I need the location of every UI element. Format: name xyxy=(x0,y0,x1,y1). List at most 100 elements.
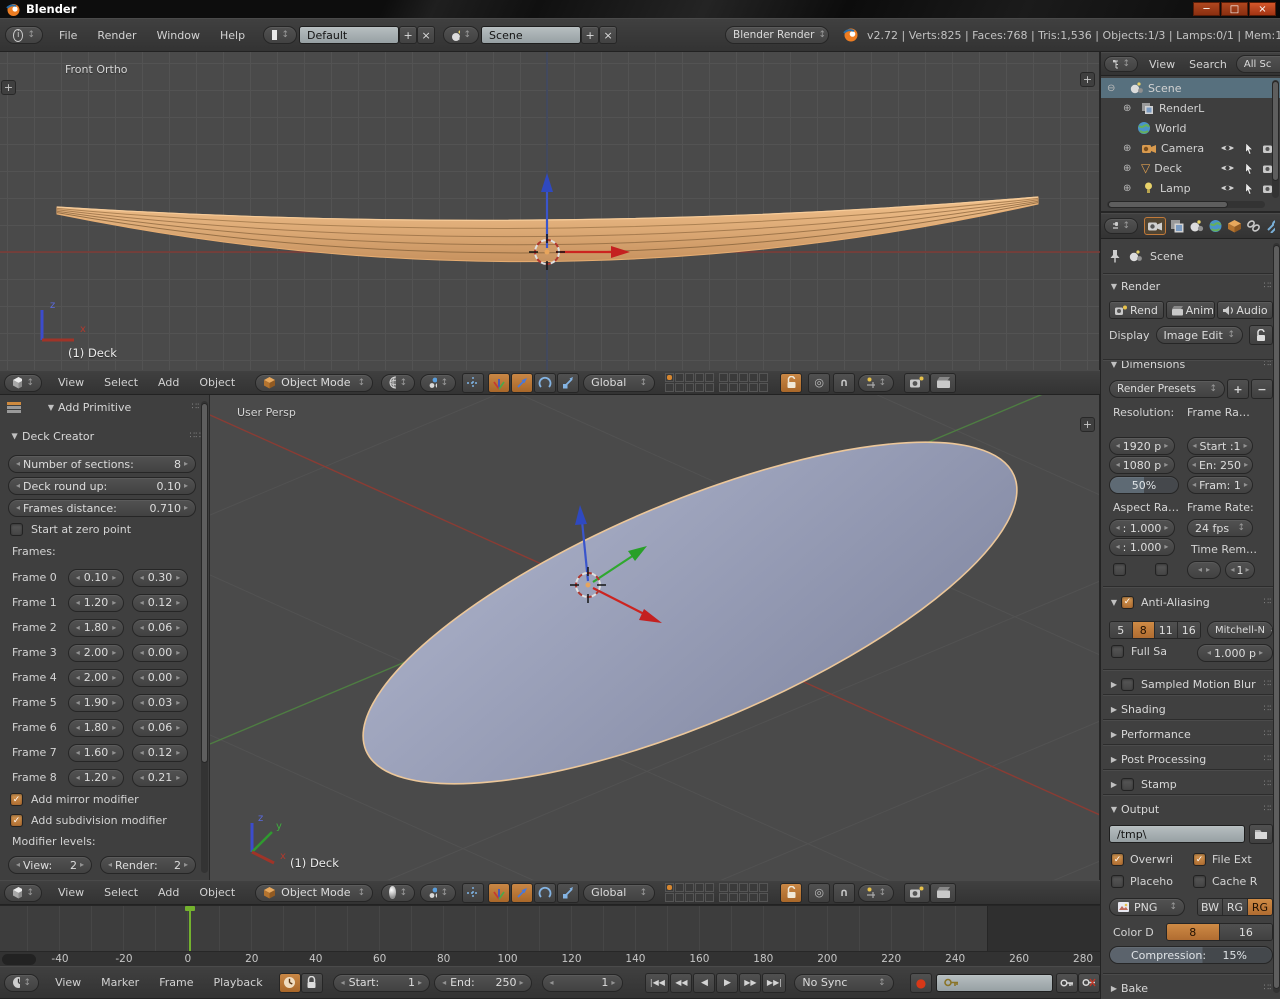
resolution-y-field[interactable]: ◂1080 p▸ xyxy=(1109,456,1175,474)
visibility-eye-icon[interactable] xyxy=(1220,143,1235,153)
deck-creator-title[interactable]: Deck Creator xyxy=(22,430,94,443)
playhead[interactable] xyxy=(189,906,191,952)
select-menu[interactable]: Select xyxy=(94,886,148,899)
editor-type-button[interactable]: ↕ xyxy=(1104,218,1138,234)
scale-button[interactable] xyxy=(557,883,579,903)
object-menu[interactable]: Object xyxy=(189,376,245,389)
outliner-item-camera[interactable]: ⊕ Camera xyxy=(1101,138,1280,158)
panel-title[interactable]: Add Primitive xyxy=(58,401,131,414)
prev-keyframe-button[interactable]: ◀◀ xyxy=(670,973,692,993)
frame-height-field[interactable]: ◂0.21▸ xyxy=(132,769,188,787)
timeline-view-menu[interactable]: View xyxy=(45,976,91,989)
keying-set-field[interactable] xyxy=(936,974,1053,992)
selectability-cursor-icon[interactable] xyxy=(1243,162,1254,175)
motion-blur-checkbox[interactable] xyxy=(1121,678,1134,691)
tab-constraints[interactable] xyxy=(1246,219,1261,233)
current-frame-field[interactable]: ◂ 1▸ xyxy=(542,974,624,992)
layer-group-2[interactable] xyxy=(719,883,768,902)
manipulator-axis-button[interactable] xyxy=(488,373,510,393)
stamp-section-header[interactable]: ▶ Stamp ∷∷ xyxy=(1101,774,1280,794)
mode-dropdown[interactable]: Object Mode↕ xyxy=(255,374,373,392)
collapse-toggle-icon[interactable]: ⊖ xyxy=(1107,83,1121,94)
playhead-marker[interactable] xyxy=(185,906,195,911)
aa-samples-5[interactable]: 5 xyxy=(1110,622,1133,638)
transform-orientation-dropdown[interactable]: Global↕ xyxy=(583,374,655,392)
collapse-icon[interactable]: ▶ xyxy=(11,429,20,443)
panel-menu-icon[interactable] xyxy=(6,401,22,413)
frame-step-field[interactable]: ◂Fram: 1▸ xyxy=(1187,476,1253,494)
file-browse-button[interactable] xyxy=(1249,824,1273,844)
tab-object[interactable] xyxy=(1227,219,1242,233)
properties-expand-tab[interactable]: + xyxy=(1080,417,1095,432)
frame-width-field[interactable]: ◂1.20▸ xyxy=(68,594,124,612)
render-menu[interactable]: Render xyxy=(87,29,146,42)
delete-keyframe-button[interactable] xyxy=(1078,973,1100,993)
outliner-item-renderlayer[interactable]: ⊕ RenderL xyxy=(1101,98,1280,118)
play-button[interactable]: ▶ xyxy=(716,973,738,993)
add-subdivision-checkbox[interactable]: ✓ xyxy=(10,814,23,827)
fps-dropdown[interactable]: 24 fps↕ xyxy=(1187,519,1253,537)
render-opengl-anim-button[interactable] xyxy=(930,373,956,393)
output-section-header[interactable]: ▼ Output ∷∷ xyxy=(1101,799,1280,819)
snap-element-dropdown[interactable]: ↕ xyxy=(858,884,894,902)
add-preset-button[interactable]: + xyxy=(1227,379,1249,399)
frame-height-field[interactable]: ◂0.03▸ xyxy=(132,694,188,712)
shading-section-header[interactable]: ▶ Shading ∷∷ xyxy=(1101,699,1280,719)
render-audio-button[interactable]: Audio xyxy=(1217,301,1273,319)
toolshelf-scrollbar[interactable] xyxy=(201,401,208,873)
expand-toggle-icon[interactable]: ⊕ xyxy=(1123,143,1137,154)
editor-type-button[interactable]: ↕ xyxy=(1104,56,1138,72)
lock-to-scene-button[interactable] xyxy=(780,373,802,393)
placeholders-checkbox[interactable] xyxy=(1111,875,1124,888)
aa-filter-dropdown[interactable]: Mitchell-N↕ xyxy=(1207,621,1273,639)
expand-toggle-icon[interactable]: ⊕ xyxy=(1123,183,1137,194)
scale-button[interactable] xyxy=(557,373,579,393)
snap-magnet-button[interactable]: ∩ xyxy=(833,373,855,393)
sync-mode-dropdown[interactable]: No Sync↕ xyxy=(794,974,893,992)
frame-width-field[interactable]: ◂1.80▸ xyxy=(68,619,124,637)
manipulator-toggle-button[interactable] xyxy=(462,373,484,393)
channel-rgb[interactable]: RG xyxy=(1223,899,1248,915)
insert-keyframe-button[interactable] xyxy=(1056,973,1078,993)
layer-group-2[interactable] xyxy=(719,373,768,392)
timeline-keyframe-area[interactable] xyxy=(0,905,1100,951)
frame-height-field[interactable]: ◂0.06▸ xyxy=(132,619,188,637)
editor-type-button[interactable]: i ↕ xyxy=(5,26,43,44)
rotate-button[interactable] xyxy=(534,883,556,903)
frame-width-field[interactable]: ◂1.60▸ xyxy=(68,744,124,762)
object-menu[interactable]: Object xyxy=(189,886,245,899)
minimize-button[interactable]: ─ xyxy=(1193,2,1220,16)
timeline-frame-menu[interactable]: Frame xyxy=(149,976,203,989)
overwrite-checkbox[interactable]: ✓ xyxy=(1111,853,1124,866)
crop-checkbox[interactable] xyxy=(1155,563,1168,576)
tab-render-layers[interactable] xyxy=(1170,219,1185,233)
frame-width-field[interactable]: ◂2.00▸ xyxy=(68,644,124,662)
toolshelf-expand-tab[interactable]: + xyxy=(1,80,16,95)
stamp-checkbox[interactable] xyxy=(1121,778,1134,791)
proportional-edit-button[interactable]: ◎ xyxy=(808,373,830,393)
depth-8[interactable]: 8 xyxy=(1167,924,1220,940)
translate-button[interactable] xyxy=(511,373,533,393)
add-mirror-checkbox[interactable]: ✓ xyxy=(10,793,23,806)
editor-type-button[interactable]: ↕ xyxy=(4,884,42,902)
viewport-user-persp[interactable]: z y x User Persp (1) Deck + xyxy=(210,395,1100,880)
outliner-item-deck[interactable]: ⊕ ▽ Deck xyxy=(1101,158,1280,178)
proportional-edit-button[interactable]: ◎ xyxy=(808,883,830,903)
snap-magnet-button[interactable]: ∩ xyxy=(833,883,855,903)
viewport-shading-dropdown[interactable]: ↕ xyxy=(381,884,415,902)
view-level-field[interactable]: ◂View: 2▸ xyxy=(8,856,92,874)
aa-samples-16[interactable]: 16 xyxy=(1178,622,1200,638)
preview-range-clock-button[interactable] xyxy=(279,973,301,993)
screen-layout-button[interactable]: ↕ xyxy=(263,26,297,44)
jump-to-start-button[interactable]: |◀◀ xyxy=(645,973,669,993)
aa-samples-8[interactable]: 8 xyxy=(1133,622,1156,638)
antialiasing-section-header[interactable]: ▼ ✓ Anti-Aliasing ∷∷ xyxy=(1101,592,1280,612)
selectability-cursor-icon[interactable] xyxy=(1243,182,1254,195)
motion-blur-section-header[interactable]: ▶ Sampled Motion Blur ∷∷ xyxy=(1101,674,1280,694)
close-button[interactable]: × xyxy=(1249,2,1276,16)
resolution-x-field[interactable]: ◂1920 p▸ xyxy=(1109,437,1175,455)
frame-start-field[interactable]: ◂Start :1▸ xyxy=(1187,437,1253,455)
full-sample-checkbox[interactable] xyxy=(1111,645,1124,658)
aa-filter-size-field[interactable]: ◂1.000 p▸ xyxy=(1197,644,1273,662)
frame-width-field[interactable]: ◂2.00▸ xyxy=(68,669,124,687)
